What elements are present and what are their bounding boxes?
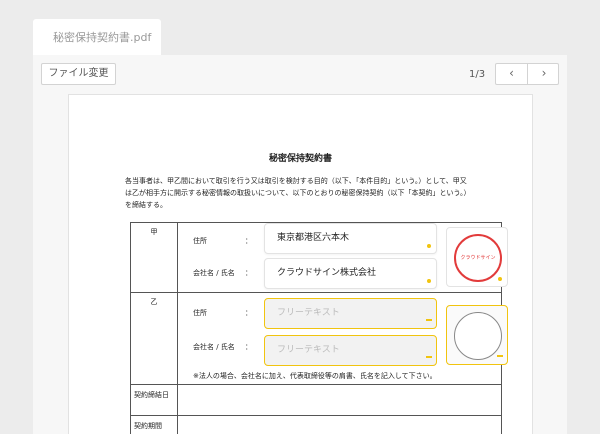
party-b-company-label: 会社名 / 氏名 xyxy=(193,343,235,351)
party-b-address-label: 住所 xyxy=(193,309,207,317)
table-row: 契約締結日 xyxy=(130,384,502,416)
party-a-address-value: 東京都港区六本木 xyxy=(277,233,350,243)
company-seal-icon: クラウドサイン xyxy=(454,234,502,282)
party-b-company-field[interactable]: フリーテキスト xyxy=(264,335,437,366)
next-page-icon[interactable]: › xyxy=(528,64,560,84)
body-line-3: を締結する。 xyxy=(125,201,167,209)
party-a-company-label: 会社名 / 氏名 xyxy=(193,269,235,277)
document-tab[interactable]: 秘密保持契約書.pdf xyxy=(33,19,161,55)
party-b-company-placeholder: フリーテキスト xyxy=(277,345,340,355)
party-b-cell: 住所 ： フリーテキスト 会社名 / 氏名 ： フリーテキスト ※法人の場合、会… xyxy=(177,292,508,385)
field-marker-icon xyxy=(497,355,503,357)
required-dot-icon xyxy=(427,279,431,283)
empty-seal-icon xyxy=(454,312,502,360)
party-b-address-colon: ： xyxy=(245,309,252,317)
viewer-panel: ファイル変更 1/3 ‹ › 秘密保持契約書 各当事者は、甲乙間において取引を行… xyxy=(33,55,567,434)
party-a-company-field[interactable]: クラウドサイン株式会社 xyxy=(264,258,437,289)
body-line-1: 各当事者は、甲乙間において取引を行う又は取引を検討する目的（以下、「本件目的」と… xyxy=(125,177,467,185)
party-a-label: 甲 xyxy=(130,222,178,293)
party-a-address-field[interactable]: 東京都港区六本木 xyxy=(264,223,437,254)
document-body: 各当事者は、甲乙間において取引を行う又は取引を検討する目的（以下、「本件目的」と… xyxy=(125,175,485,211)
table-row: 契約期間 xyxy=(130,415,502,434)
party-b-company-colon: ： xyxy=(245,343,252,351)
party-a-address-label: 住所 xyxy=(193,237,207,245)
document-title: 秘密保持契約書 xyxy=(268,154,332,164)
party-a-company-colon: ： xyxy=(245,269,252,277)
contract-period-cell xyxy=(177,415,502,434)
party-a-seal-field[interactable]: クラウドサイン xyxy=(446,227,508,287)
pdf-page: 秘密保持契約書 各当事者は、甲乙間において取引を行う又は取引を検討する目的（以下… xyxy=(68,94,533,434)
required-dot-icon xyxy=(427,244,431,248)
field-marker-icon xyxy=(426,319,432,321)
body-line-2: は乙が相手方に開示する秘密情報の取扱いについて、以下のとおりの秘密保持契約（以下… xyxy=(125,189,471,197)
page-indicator: 1/3 xyxy=(469,69,486,80)
document-tab-label: 秘密保持契約書.pdf xyxy=(53,31,152,44)
party-b-address-placeholder: フリーテキスト xyxy=(277,308,340,318)
party-b-address-field[interactable]: フリーテキスト xyxy=(264,298,437,329)
table-row: 甲 住所 ： 東京都港区六本木 会社名 / 氏名 ： クラウドサイン株式会社 ク… xyxy=(130,222,508,293)
party-b-seal-field[interactable] xyxy=(446,305,508,365)
party-table: 甲 住所 ： 東京都港区六本木 会社名 / 氏名 ： クラウドサイン株式会社 ク… xyxy=(130,222,508,434)
contract-date-label: 契約締結日 xyxy=(130,384,178,416)
company-note: ※法人の場合、会社名に加え、代表取締役等の肩書、氏名を記入して下さい。 xyxy=(193,372,437,380)
party-a-company-value: クラウドサイン株式会社 xyxy=(277,268,377,278)
party-a-cell: 住所 ： 東京都港区六本木 会社名 / 氏名 ： クラウドサイン株式会社 クラウ… xyxy=(177,222,508,293)
contract-date-cell xyxy=(177,384,502,416)
page-navigation: ‹ › xyxy=(495,63,559,85)
file-change-button[interactable]: ファイル変更 xyxy=(41,63,116,85)
contract-period-label: 契約期間 xyxy=(130,415,178,434)
party-b-label: 乙 xyxy=(130,292,178,385)
party-a-address-colon: ： xyxy=(245,237,252,245)
table-row: 乙 住所 ： フリーテキスト 会社名 / 氏名 ： フリーテキスト ※法人の場合… xyxy=(130,292,508,385)
field-marker-icon xyxy=(426,356,432,358)
prev-page-icon[interactable]: ‹ xyxy=(496,64,528,84)
required-dot-icon xyxy=(498,277,502,281)
